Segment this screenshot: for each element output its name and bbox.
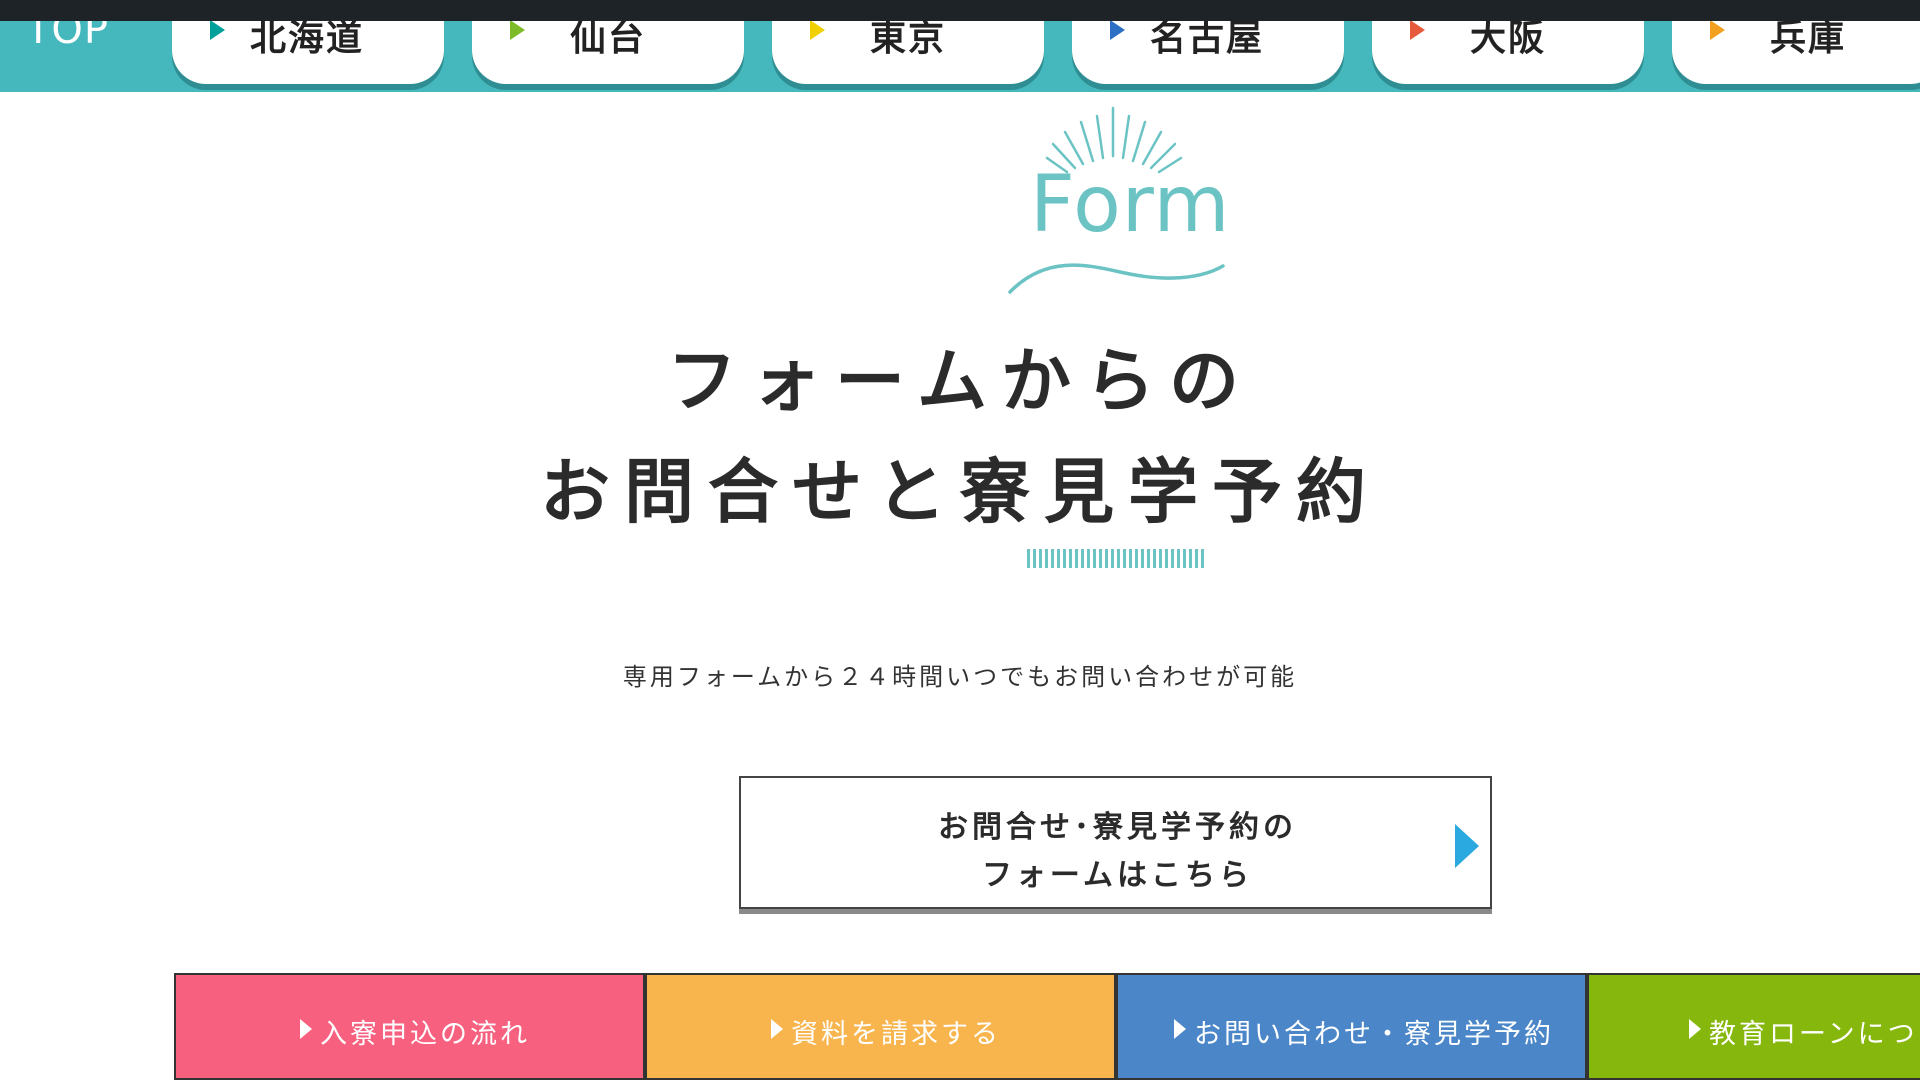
education-loan-button[interactable]: 教育ローンについ <box>1587 973 1920 1080</box>
triangle-icon <box>1174 1019 1186 1039</box>
section-description: 専用フォームから２４時間いつでもお問い合わせが可能 <box>622 663 1298 691</box>
nav-tab-sendai[interactable]: 仙台 <box>472 21 744 84</box>
arrow-right-icon <box>1455 824 1479 868</box>
nav-tab-label: 東京 <box>870 21 947 59</box>
triangle-icon <box>1710 21 1725 40</box>
triangle-icon <box>771 1019 783 1039</box>
triangle-icon <box>510 21 525 40</box>
section-en-title: Form <box>1030 160 1231 250</box>
contact-reservation-label: お問い合わせ・寮見学予約 <box>1194 1019 1554 1050</box>
contact-reservation-button[interactable]: お問い合わせ・寮見学予約 <box>1116 973 1587 1080</box>
section-title-line2: お問合せと寮見学予約 <box>540 451 1380 533</box>
nav-tab-label: 北海道 <box>250 21 365 59</box>
form-link-button[interactable]: お問合せ･寮見学予約の フォームはこちら <box>739 776 1492 909</box>
education-loan-label: 教育ローンについ <box>1709 1019 1920 1050</box>
nav-tab-nagoya[interactable]: 名古屋 <box>1072 21 1344 84</box>
region-nav: TOP 北海道 仙台 東京 名古屋 大阪 兵庫 <box>0 21 1920 92</box>
nav-tab-label: 名古屋 <box>1150 21 1265 59</box>
request-materials-label: 資料を請求する <box>791 1019 1001 1050</box>
apply-flow-label: 入寮申込の流れ <box>320 1019 530 1050</box>
form-link-label-line1: お問合せ･寮見学予約の <box>938 810 1297 845</box>
apply-flow-button[interactable]: 入寮申込の流れ <box>174 973 645 1080</box>
triangle-icon <box>810 21 825 40</box>
nav-tab-label: 兵庫 <box>1770 21 1847 59</box>
nav-tab-hyogo[interactable]: 兵庫 <box>1672 21 1920 84</box>
nav-top-link[interactable]: TOP <box>26 21 109 53</box>
bottom-button-bar: 入寮申込の流れ 資料を請求する お問い合わせ・寮見学予約 教育ローンについ <box>174 973 1920 1080</box>
nav-tab-tokyo[interactable]: 東京 <box>772 21 1044 84</box>
triangle-icon <box>210 21 225 40</box>
section-title-line1: フォームからの <box>667 340 1253 422</box>
triangle-icon <box>1110 21 1125 40</box>
nav-tab-label: 大阪 <box>1470 21 1547 59</box>
form-link-label-line2: フォームはこちら <box>981 858 1254 893</box>
wave-underline <box>1008 263 1225 294</box>
triangle-icon <box>1410 21 1425 40</box>
triangle-icon <box>1689 1019 1701 1039</box>
request-materials-button[interactable]: 資料を請求する <box>645 973 1116 1080</box>
nav-tab-label: 仙台 <box>570 21 647 59</box>
browser-top-strip <box>0 0 1920 21</box>
triangle-icon <box>300 1019 312 1039</box>
stripe-divider <box>1027 549 1207 568</box>
nav-tab-hokkaido[interactable]: 北海道 <box>172 21 444 84</box>
nav-tab-osaka[interactable]: 大阪 <box>1372 21 1644 84</box>
